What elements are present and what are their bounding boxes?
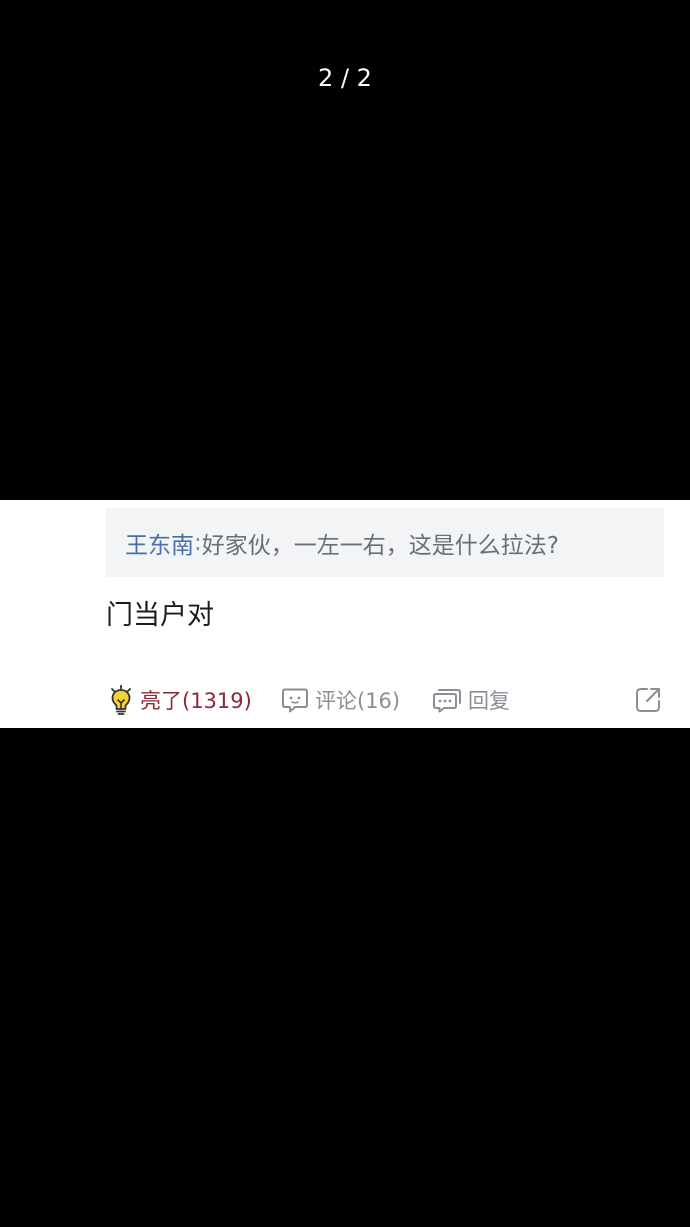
light-count-label: 亮了(1319) [140,689,252,713]
comment-card[interactable]: 王东南 : 好家伙，一左一右，这是什么拉法? 门当户对 亮了(1319) 评论(… [0,500,690,728]
comment-button[interactable]: 评论(16) [281,682,400,718]
reply-bubble-icon [432,686,462,714]
reply-button[interactable]: 回复 [432,682,510,718]
quote-text: 好家伙，一左一右，这是什么拉法? [201,532,559,559]
quote-author[interactable]: 王东南 [125,526,194,560]
action-bar: 亮了(1319) 评论(16) 回复 [0,682,690,718]
comment-bubble-icon [281,686,309,714]
reply-text: 门当户对 [106,600,214,631]
image-viewer: 2 / 2 王东南 : 好家伙，一左一右，这是什么拉法? 门当户对 亮了(131… [0,0,690,1227]
quoted-comment[interactable]: 王东南 : 好家伙，一左一右，这是什么拉法? [106,508,664,577]
share-button[interactable] [634,682,662,718]
share-icon [634,686,662,714]
page-indicator: 2 / 2 [318,64,372,92]
light-button[interactable]: 亮了(1319) [108,682,252,718]
comment-count-label: 评论(16) [315,689,401,713]
quote-separator: : [194,529,202,556]
lightbulb-icon [108,685,134,715]
reply-label: 回复 [468,689,510,713]
